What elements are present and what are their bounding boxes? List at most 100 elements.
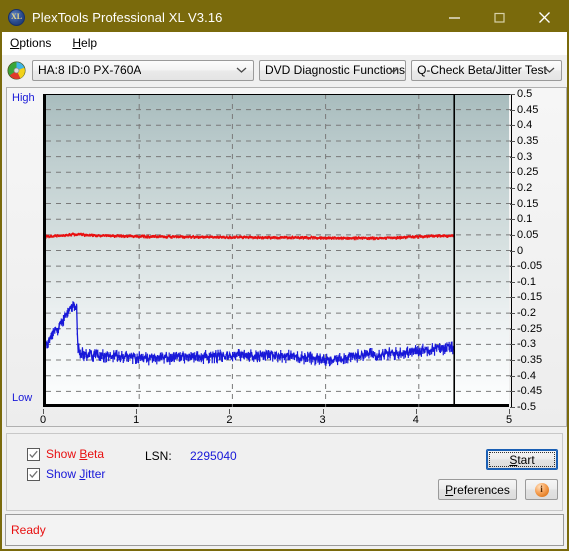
close-icon[interactable] — [522, 2, 567, 32]
y-tick-label: -0.35 — [517, 354, 543, 367]
x-tick-mark — [136, 409, 138, 414]
app-icon: XL — [8, 8, 25, 26]
check-icon — [29, 450, 38, 458]
checkbox-indicator-jitter[interactable] — [27, 467, 40, 481]
menu-item-help[interactable]: Help — [70, 34, 106, 52]
info-icon: i — [534, 482, 549, 497]
y-tick-label: -0.1 — [517, 275, 536, 288]
plot-wrapper — [43, 94, 512, 407]
toolbar: HA:8 ID:0 PX-760A DVD Diagnostic Functio… — [2, 55, 567, 85]
y-tick-mark — [510, 297, 515, 299]
y-tick-mark — [510, 140, 515, 142]
x-tick-mark — [229, 409, 231, 414]
lsn-label: LSN: — [145, 449, 172, 463]
preferences-button-label: Preferences — [445, 482, 510, 497]
y-tick-mark — [510, 187, 515, 189]
x-tick-label: 3 — [319, 414, 326, 426]
chevron-down-icon — [544, 67, 555, 73]
chart-low-label: Low — [12, 392, 33, 404]
function-select-value: DVD Diagnostic Functions — [265, 63, 406, 77]
show-jitter-label-rest: itter — [85, 467, 106, 481]
x-tick-mark — [415, 409, 417, 414]
y-tick-mark — [510, 281, 515, 283]
preferences-button-label-rest: references — [453, 482, 510, 497]
y-tick-label: -0.3 — [517, 338, 536, 351]
menu-bar: Options Help — [2, 32, 567, 55]
menu-item-help-label: elp — [81, 36, 98, 50]
y-tick-mark — [510, 375, 515, 377]
y-tick-label: -0.15 — [517, 291, 543, 304]
lsn-value: 2295040 — [190, 449, 237, 463]
y-tick-mark — [510, 344, 515, 346]
checkbox-indicator-beta[interactable] — [27, 447, 40, 461]
show-beta-label: Show Beta — [46, 447, 105, 461]
y-tick-mark — [510, 328, 515, 330]
y-tick-label: 0.45 — [517, 103, 539, 116]
y-tick-mark — [510, 234, 515, 236]
y-tick-mark — [510, 109, 515, 111]
test-select[interactable]: Q-Check Beta/Jitter Test — [411, 59, 562, 81]
y-tick-label: 0.05 — [517, 228, 539, 241]
y-tick-mark — [510, 219, 515, 221]
maximize-icon[interactable] — [477, 2, 522, 32]
cd-disc-icon — [7, 60, 26, 80]
check-icon — [29, 470, 38, 478]
plextools-window: XL PlexTools Professional XL V3.16 Optio… — [0, 0, 569, 551]
y-tick-label: 0.5 — [517, 88, 533, 100]
y-tick-mark — [510, 125, 515, 127]
show-jitter-checkbox[interactable]: Show Jitter — [27, 467, 105, 481]
y-tick-mark — [510, 172, 515, 174]
start-button[interactable]: Start — [486, 449, 558, 470]
start-button-label: Start — [509, 452, 535, 467]
chart-high-label: High — [12, 92, 35, 104]
info-button[interactable]: i — [525, 479, 558, 500]
y-tick-label: 0.35 — [517, 134, 539, 147]
x-tick-label: 4 — [412, 414, 419, 426]
y-tick-label: 0.1 — [517, 213, 533, 226]
menu-item-options-label: ptions — [19, 36, 52, 50]
chart-canvas — [46, 94, 512, 407]
x-tick-mark — [322, 409, 324, 414]
minimize-icon[interactable] — [432, 2, 477, 32]
start-button-label-rest: tart — [517, 452, 535, 467]
y-tick-label: 0.25 — [517, 166, 539, 179]
drive-select[interactable]: HA:8 ID:0 PX-760A — [32, 59, 254, 81]
x-tick-label: 1 — [133, 414, 140, 426]
y-tick-mark — [510, 266, 515, 268]
title-bar: XL PlexTools Professional XL V3.16 — [2, 2, 567, 32]
y-tick-label: 0.15 — [517, 197, 539, 210]
preferences-button[interactable]: Preferences — [438, 479, 517, 500]
y-tick-label: -0.25 — [517, 322, 543, 335]
show-beta-label-rest: eta — [87, 447, 105, 461]
plot-area[interactable] — [43, 94, 512, 407]
test-select-value: Q-Check Beta/Jitter Test — [417, 63, 547, 77]
chevron-down-icon — [236, 67, 247, 73]
y-tick-mark — [510, 360, 515, 362]
y-tick-label: 0 — [517, 244, 524, 257]
x-tick-label: 0 — [39, 414, 47, 426]
y-tick-label: 0.4 — [517, 119, 533, 132]
y-tick-mark — [510, 94, 515, 95]
chevron-down-icon — [388, 67, 399, 73]
y-tick-mark — [510, 156, 515, 158]
menu-item-options[interactable]: Options — [8, 34, 60, 52]
y-tick-label: -0.05 — [517, 260, 543, 273]
y-tick-label: 0.3 — [517, 150, 533, 163]
y-tick-mark — [510, 313, 515, 315]
show-beta-checkbox[interactable]: Show Beta — [27, 447, 104, 461]
x-tick-label: 5 — [505, 414, 513, 426]
status-text: Ready — [11, 523, 46, 537]
window-title: PlexTools Professional XL V3.16 — [32, 9, 223, 25]
chart-panel: High Low 0.5 0.45 0.4 0.35 0.3 0.25 0.2 0.15 0.1… — [2, 85, 567, 433]
x-tick-mark — [43, 409, 44, 414]
y-tick-label: 0.2 — [517, 181, 533, 194]
y-tick-label: -0.2 — [517, 307, 536, 320]
show-jitter-label: Show Jitter — [46, 467, 106, 481]
x-tick-mark — [509, 409, 510, 414]
chart-frame: High Low 0.5 0.45 0.4 0.35 0.3 0.25 0.2 0.15 0.1… — [6, 87, 567, 427]
status-bar: Ready — [5, 514, 564, 546]
bottom-control-panel: Show Beta Show Jitter LSN: 2295040 Start… — [6, 433, 563, 511]
function-select[interactable]: DVD Diagnostic Functions — [259, 59, 407, 81]
drive-select-value: HA:8 ID:0 PX-760A — [38, 63, 142, 77]
y-tick-label: -0.4 — [517, 369, 536, 382]
